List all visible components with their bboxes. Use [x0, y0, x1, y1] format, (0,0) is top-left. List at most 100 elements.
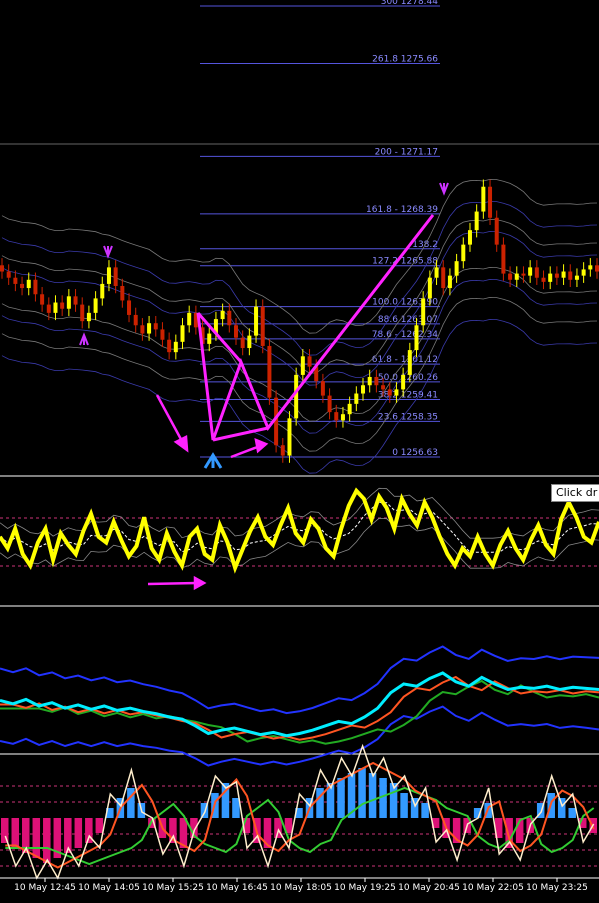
- candle-body: [548, 273, 553, 282]
- candle-body: [140, 325, 145, 334]
- band-line: [1, 230, 598, 386]
- candle-body: [240, 337, 245, 349]
- candle-body: [521, 273, 526, 276]
- candle-body: [394, 389, 399, 396]
- histogram-bar: [11, 818, 20, 848]
- candle-body: [180, 325, 185, 342]
- time-tick-label: 10 May 23:25: [526, 883, 588, 893]
- oscillator-panel-1: [0, 487, 599, 574]
- histogram-bar: [421, 803, 429, 818]
- candle-body: [534, 267, 539, 278]
- arrow-head: [254, 438, 269, 454]
- candle-body: [93, 298, 98, 313]
- candle-body: [254, 306, 259, 336]
- candle-body: [13, 277, 18, 284]
- osc2-upper-band: [0, 645, 599, 715]
- candle-body: [46, 304, 51, 313]
- candle-body: [407, 350, 412, 375]
- arrow-head: [193, 575, 207, 591]
- candle-body: [133, 314, 138, 326]
- candle-body: [227, 310, 232, 326]
- candle-body: [501, 244, 506, 274]
- candle-body: [467, 230, 472, 245]
- time-axis: 10 May 12:45 10 May 14:05 10 May 15:25 10 M…: [0, 877, 599, 893]
- candle-body: [434, 267, 439, 278]
- candle-body: [367, 376, 372, 386]
- osc1-main: [0, 487, 599, 574]
- histogram-bar: [32, 818, 41, 858]
- fractal-down-arrow-icon: [103, 245, 113, 259]
- candles: [0, 179, 599, 463]
- band-line: [1, 200, 598, 356]
- candle-body: [488, 186, 493, 218]
- candle-body: [541, 277, 546, 282]
- candle-body: [247, 335, 252, 349]
- candle-body: [220, 310, 225, 320]
- fib-level-label: 161.8 - 1268.39: [366, 205, 438, 215]
- time-tick-label: 10 May 20:45: [398, 883, 460, 893]
- candle-body: [86, 312, 91, 322]
- candle-body: [127, 300, 132, 315]
- candle-body: [120, 285, 125, 301]
- time-tick-label: 10 May 12:45: [14, 883, 76, 893]
- histogram-panel: [0, 743, 599, 880]
- candle-body: [60, 302, 65, 309]
- candle-body: [147, 323, 152, 334]
- time-tick-label: 10 May 22:05: [462, 883, 524, 893]
- histogram-bar: [400, 793, 408, 818]
- candle-body: [421, 298, 426, 326]
- fractal-up-arrow-icon: [79, 332, 89, 346]
- candle-body: [160, 329, 165, 340]
- candle-body: [73, 296, 78, 305]
- fib-level-label: 100.0 1263.90: [372, 298, 438, 308]
- candle-body: [280, 445, 285, 456]
- candle-body: [514, 273, 519, 280]
- candle-body: [347, 403, 352, 415]
- candle-body: [494, 217, 499, 245]
- candle-body: [361, 385, 366, 394]
- histogram-bar: [74, 818, 83, 848]
- candle-body: [100, 283, 105, 299]
- candle-body: [113, 267, 118, 286]
- candle-body: [294, 374, 299, 419]
- candle-body: [33, 279, 38, 295]
- candle-body: [508, 273, 513, 280]
- histogram-bar: [95, 818, 104, 833]
- candle-body: [354, 393, 359, 404]
- chart-window: 300 1278.44 261.8 1275.66 200 - 1271.17 161…: [0, 0, 599, 903]
- arrow-line: [147, 581, 198, 586]
- click-drag-tooltip[interactable]: Click dr: [551, 484, 599, 502]
- candle-body: [574, 275, 579, 280]
- band-line: [1, 266, 598, 422]
- arrow-line: [155, 394, 185, 444]
- histogram-bar: [232, 798, 240, 818]
- candle-body: [454, 261, 459, 276]
- candle-body: [401, 374, 406, 390]
- band-line: [1, 318, 598, 474]
- band-line: [1, 296, 598, 452]
- candle-body: [447, 275, 452, 289]
- candle-body: [53, 302, 58, 313]
- candle-body: [340, 414, 345, 421]
- time-tick-label: 10 May 15:25: [142, 883, 204, 893]
- candle-body: [287, 418, 292, 456]
- time-tick-label: 10 May 19:25: [334, 883, 396, 893]
- candle-body: [481, 186, 486, 212]
- candle-body: [260, 306, 265, 346]
- fib-level-label: 200 - 1271.17: [375, 147, 438, 157]
- candle-body: [6, 271, 11, 278]
- histogram-bar: [337, 778, 345, 818]
- fractal-down-arrow-icon: [439, 182, 449, 196]
- price-chart-svg: 300 1278.44 261.8 1275.66 200 - 1271.17 161…: [0, 0, 599, 893]
- candle-body: [173, 341, 178, 353]
- candle-body: [307, 356, 312, 367]
- candle-body: [528, 267, 533, 276]
- osc2-lower-band: [0, 705, 599, 767]
- candle-body: [267, 345, 272, 398]
- candle-body: [414, 325, 419, 351]
- fib-level-label: 261.8 1275.66: [372, 54, 438, 64]
- pattern-arrows: [147, 394, 269, 591]
- candle-body: [40, 294, 45, 305]
- candle-body: [588, 265, 593, 270]
- histogram-bar: [368, 773, 377, 818]
